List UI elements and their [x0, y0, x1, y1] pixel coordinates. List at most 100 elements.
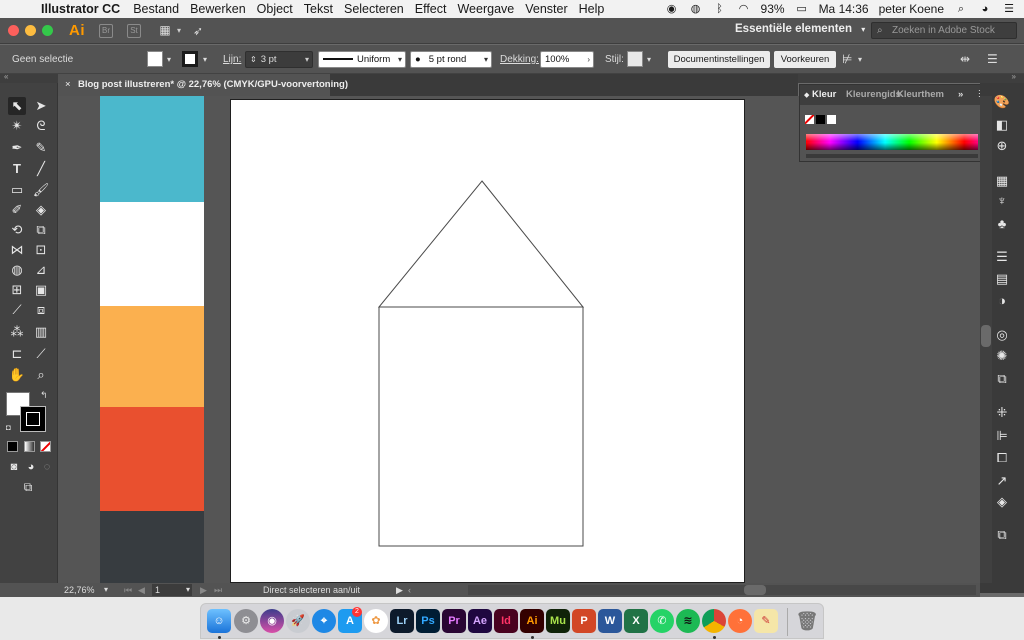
- layers-view-icon[interactable]: ⧉: [992, 370, 1012, 388]
- gradient-panel-icon[interactable]: ▤: [992, 270, 1012, 288]
- trash-icon[interactable]: 🗑: [795, 609, 819, 633]
- horizontal-scrollbar[interactable]: [468, 585, 976, 595]
- black-swatch[interactable]: [816, 115, 825, 124]
- artboard[interactable]: [230, 99, 745, 583]
- collapse-right-icon[interactable]: »: [1012, 72, 1016, 81]
- last-artboard-icon[interactable]: ⏭: [214, 584, 222, 596]
- draw-normal-icon[interactable]: ◙: [5, 458, 23, 476]
- powerpoint-icon[interactable]: P: [572, 609, 596, 633]
- stripe-cyan[interactable]: [100, 96, 204, 202]
- line-tool-icon[interactable]: ╱: [32, 160, 50, 178]
- graphic-styles-icon[interactable]: ✺: [992, 347, 1012, 365]
- menu-venster[interactable]: Venster: [525, 2, 567, 16]
- arrange-documents-icon[interactable]: ▦: [155, 24, 175, 38]
- stroke-swatch[interactable]: [182, 51, 198, 67]
- style-chevron-icon[interactable]: ▾: [647, 52, 651, 67]
- curvature-tool-icon[interactable]: ✎: [32, 139, 50, 157]
- appearance-icon[interactable]: ◎: [992, 326, 1012, 344]
- menu-effect[interactable]: Effect: [415, 2, 447, 16]
- firefox-icon[interactable]: ◔: [728, 609, 752, 633]
- export-icon[interactable]: ↗: [992, 472, 1012, 490]
- opacity-label[interactable]: Dekking:: [500, 52, 539, 67]
- zoom-level[interactable]: 22,76%: [64, 584, 95, 596]
- rectangle-tool-icon[interactable]: ▭: [8, 181, 26, 199]
- color-panel-scrollbar[interactable]: [806, 154, 978, 158]
- muse-icon[interactable]: Mu: [546, 609, 570, 633]
- eye-icon[interactable]: ◍: [689, 3, 703, 15]
- color-spectrum[interactable]: [806, 134, 978, 150]
- menu-bewerken[interactable]: Bewerken: [190, 2, 246, 16]
- align-chevron-icon[interactable]: ▾: [858, 52, 862, 67]
- color-palette-strip[interactable]: [100, 96, 204, 583]
- eraser-tool-icon[interactable]: ◈: [32, 201, 50, 219]
- stroke-chevron-icon[interactable]: ▾: [203, 52, 207, 67]
- color-guide-icon[interactable]: ◧: [992, 116, 1012, 134]
- finder-icon[interactable]: ☺: [207, 609, 231, 633]
- photos-icon[interactable]: ✿: [364, 609, 388, 633]
- user-name[interactable]: peter Koene: [879, 2, 944, 16]
- lightroom-icon[interactable]: Lr: [390, 609, 414, 633]
- free-transform-tool-icon[interactable]: ⊡: [32, 241, 50, 259]
- zoom-tool-icon[interactable]: ⌕: [32, 366, 50, 384]
- transform-icon[interactable]: ⁜: [992, 404, 1012, 422]
- swatches-icon[interactable]: ▦: [992, 172, 1012, 190]
- launchpad-icon[interactable]: 🚀: [286, 609, 310, 633]
- perspective-grid-tool-icon[interactable]: ⊿: [32, 261, 50, 279]
- swap-fill-stroke-icon[interactable]: ↰: [40, 390, 48, 401]
- rotate-tool-icon[interactable]: ⟲: [8, 221, 26, 239]
- fill-swatch[interactable]: [147, 51, 163, 67]
- stripe-red[interactable]: [100, 407, 204, 511]
- stroke-stepper-icon[interactable]: ⇕: [250, 55, 257, 64]
- stroke-panel-icon[interactable]: ☰: [992, 248, 1012, 266]
- color-panel-icon[interactable]: 🎨: [992, 93, 1012, 111]
- menu-tekst[interactable]: Tekst: [304, 2, 333, 16]
- default-colors-icon[interactable]: ◘: [6, 423, 11, 432]
- blend-tool-icon[interactable]: ⧈: [32, 301, 50, 319]
- gradient-tool-icon[interactable]: ▣: [32, 281, 50, 299]
- whatsapp-icon[interactable]: ✆: [650, 609, 674, 633]
- gradient-mode-icon[interactable]: [24, 441, 35, 452]
- brushes-icon[interactable]: ♆: [992, 192, 1012, 210]
- menu-object[interactable]: Object: [257, 2, 293, 16]
- safari-icon[interactable]: ⌖: [312, 609, 336, 633]
- stroke-weight-field[interactable]: ⇕ 3 pt ▾: [245, 51, 313, 68]
- bluetooth-icon[interactable]: ᛒ: [713, 3, 727, 15]
- screen-mode-icon[interactable]: ⧉: [19, 478, 37, 496]
- spotlight-search-icon[interactable]: ⌕: [954, 3, 968, 15]
- paintbrush-tool-icon[interactable]: 🖌: [32, 181, 50, 199]
- stripe-orange[interactable]: [100, 306, 204, 407]
- document-settings-button[interactable]: Documentinstellingen: [668, 51, 770, 68]
- close-window-button[interactable]: [8, 25, 19, 36]
- slice-tool-icon[interactable]: ⟋: [32, 345, 50, 363]
- workspace-options-icon[interactable]: ☰: [987, 52, 998, 67]
- first-artboard-icon[interactable]: ⏮: [124, 584, 132, 596]
- stripe-charcoal[interactable]: [100, 511, 204, 583]
- status-menu-icon[interactable]: ▶: [396, 584, 403, 596]
- battery-icon[interactable]: ▭: [795, 3, 809, 15]
- workspace-switcher[interactable]: Essentiële elementen ▾: [735, 23, 865, 35]
- pen-tool-icon[interactable]: ✒: [8, 139, 26, 157]
- zoom-chevron-icon[interactable]: ▾: [104, 584, 108, 596]
- scroll-left-icon[interactable]: ‹: [408, 584, 411, 596]
- artboard-tool-icon[interactable]: ⊏: [8, 345, 26, 363]
- indesign-icon[interactable]: Id: [494, 609, 518, 633]
- arrange-chevron-icon[interactable]: ▾: [177, 26, 181, 35]
- color-mode-icon[interactable]: [7, 441, 18, 452]
- tab-kleur[interactable]: ◆ Kleur: [804, 89, 836, 100]
- scale-tool-icon[interactable]: ⧉: [32, 221, 50, 239]
- system-preferences-icon[interactable]: ⚙: [234, 609, 258, 633]
- document-tab[interactable]: × Blog post illustreren* @ 22,76% (CMYK/…: [58, 74, 348, 96]
- fill-chevron-icon[interactable]: ▾: [167, 52, 171, 67]
- tab-kleurengids[interactable]: Kleurengids: [846, 89, 901, 100]
- vertical-scroll-thumb[interactable]: [981, 325, 991, 347]
- spotify-icon[interactable]: ≋: [676, 609, 700, 633]
- battery-percent[interactable]: 93%: [761, 2, 785, 16]
- stroke-label[interactable]: Lijn:: [223, 52, 241, 67]
- notification-center-icon[interactable]: ☰: [1002, 3, 1016, 15]
- eyedropper-tool-icon[interactable]: ⟋: [8, 301, 26, 319]
- siri-icon[interactable]: ◕: [978, 3, 992, 15]
- creative-cloud-icon[interactable]: ◉: [665, 3, 679, 15]
- house-body-rectangle[interactable]: [378, 306, 584, 547]
- align-panel-icon[interactable]: ⊫: [992, 427, 1012, 445]
- bridge-icon[interactable]: Br: [99, 23, 113, 38]
